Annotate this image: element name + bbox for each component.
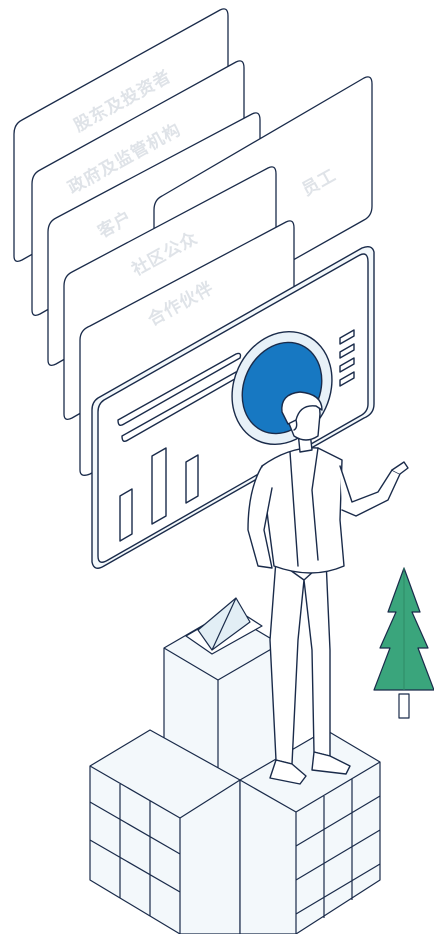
- pine-tree-icon: [373, 567, 434, 719]
- stakeholder-illustration: 股东及投资者 政府及监管机构 客户 员工 社区公众 合作伙伴: [13, 8, 434, 934]
